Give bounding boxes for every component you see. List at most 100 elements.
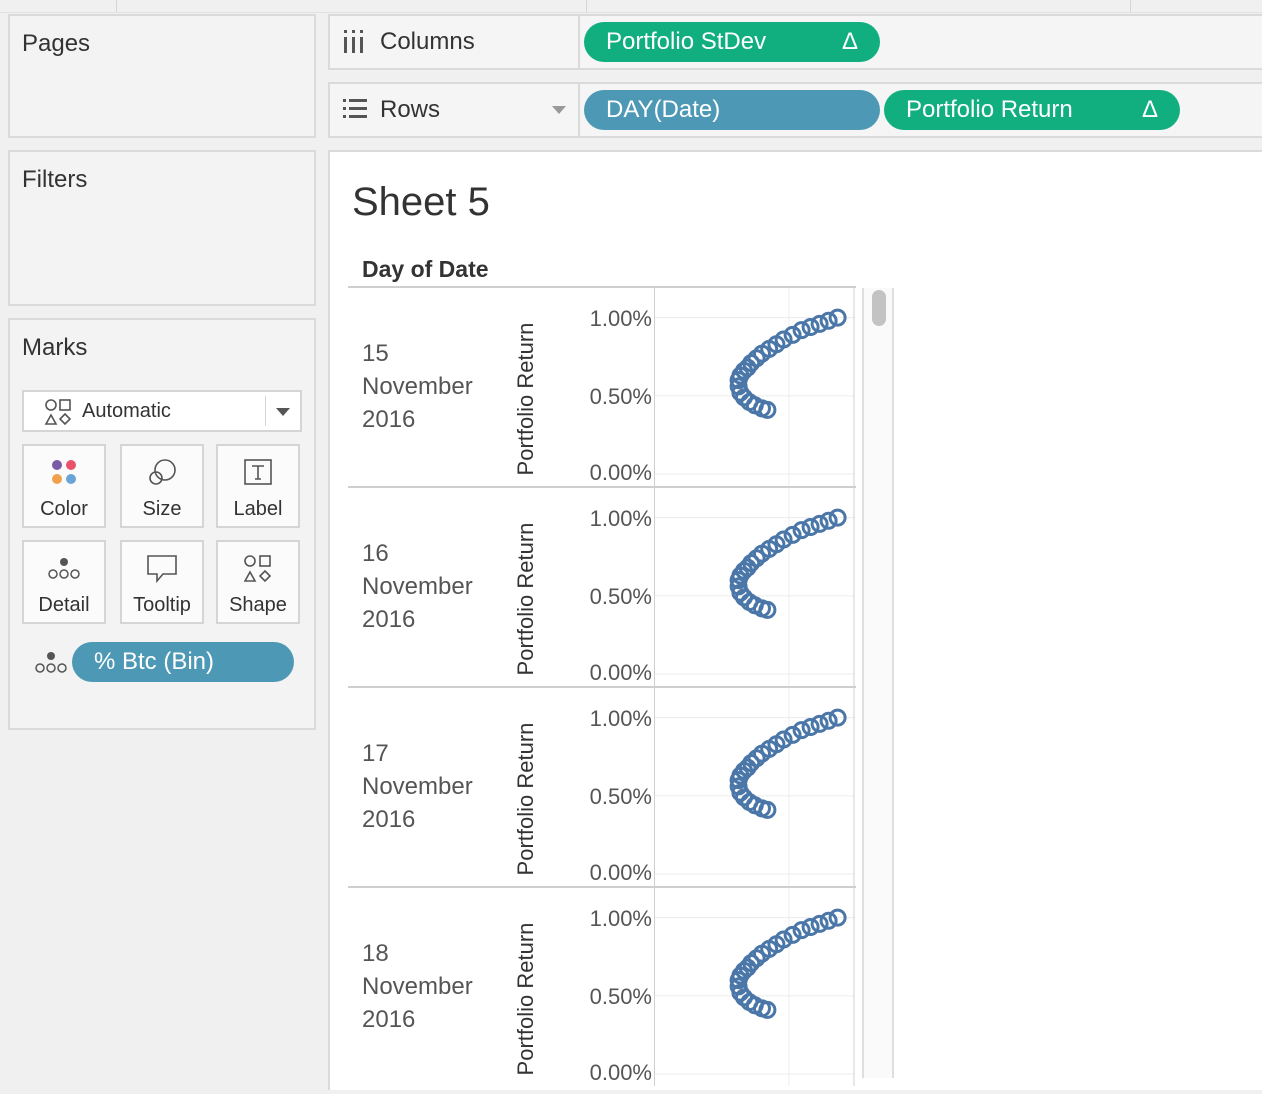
scatter-point[interactable] <box>819 311 838 330</box>
shape-icon <box>243 555 272 583</box>
color-label: Color <box>40 498 88 520</box>
rows-pill-day-date[interactable]: DAY(Date) <box>584 90 880 130</box>
scatter-plot[interactable] <box>655 688 855 886</box>
tooltip-button[interactable]: Tooltip <box>120 540 204 624</box>
rows-label-box: Rows <box>330 84 580 136</box>
tooltip-icon <box>147 555 177 584</box>
panel-row: 15 November 2016 Portfolio Return 1.00% 0.50%… <box>348 286 856 486</box>
y-axis-title[interactable]: Portfolio Return <box>513 904 539 1094</box>
shape-button[interactable]: Shape <box>216 540 300 624</box>
top-strip <box>0 0 1262 13</box>
color-button[interactable]: Color <box>22 444 106 528</box>
scatter-point[interactable] <box>819 911 838 930</box>
panel-row: 16 November 2016 Portfolio Return 1.00% 0.50%… <box>348 486 856 686</box>
y-tick-label: 0.50% <box>589 983 652 1009</box>
y-axis-title[interactable]: Portfolio Return <box>513 704 539 894</box>
scatter-point[interactable] <box>810 514 829 533</box>
scatter-point[interactable] <box>810 914 829 933</box>
mark-type-label: Automatic <box>82 400 171 422</box>
panel-row: 18 November 2016 Portfolio Return 1.00% 0.50%… <box>348 886 856 1086</box>
scatter-point[interactable] <box>810 314 829 333</box>
sheet-title: Sheet 5 <box>352 180 490 224</box>
vertical-scrollbar[interactable] <box>862 288 894 1078</box>
row-header-day-of-date[interactable]: Day of Date <box>362 256 489 283</box>
date-header-month[interactable]: November <box>362 373 473 401</box>
rows-pill-portfolio-return[interactable]: Portfolio Return Δ <box>884 90 1180 130</box>
filters-title: Filters <box>22 166 88 193</box>
scatter-point[interactable] <box>801 318 820 337</box>
delta-icon: Δ <box>1141 96 1158 123</box>
label-label: Label <box>233 498 283 520</box>
marks-card: Marks Automatic Color Size Label Detail … <box>8 318 316 730</box>
mark-type-dropdown[interactable]: Automatic <box>22 390 302 432</box>
columns-pill-portfolio-stdev[interactable]: Portfolio StDev Δ <box>584 22 880 62</box>
y-tick-label: 0.50% <box>589 383 652 409</box>
date-header-day[interactable]: 18 <box>362 940 389 968</box>
detail-icon <box>35 652 67 673</box>
chevron-down-icon[interactable] <box>276 408 290 416</box>
size-icon <box>149 459 176 485</box>
scatter-point[interactable] <box>801 718 820 737</box>
scatter-point[interactable] <box>819 511 838 530</box>
y-axis-title[interactable]: Portfolio Return <box>513 504 539 694</box>
view-area[interactable]: Sheet 5 Day of Date 15 November 2016 Portfo… <box>328 150 1262 1090</box>
date-header-month[interactable]: November <box>362 573 473 601</box>
date-header-year[interactable]: 2016 <box>362 806 415 834</box>
y-tick-label: 0.00% <box>589 1060 652 1085</box>
rows-icon <box>343 99 367 118</box>
y-tick-label: 0.00% <box>589 660 652 685</box>
pill-label: Portfolio StDev <box>606 28 767 55</box>
detail-label: Detail <box>38 594 90 616</box>
tooltip-label: Tooltip <box>133 594 191 616</box>
label-button[interactable]: Label <box>216 444 300 528</box>
pages-title: Pages <box>22 30 91 57</box>
detail-pill-label: % Btc (Bin) <box>94 648 215 675</box>
detail-pill-btc-bin[interactable]: % Btc (Bin) <box>72 642 294 682</box>
date-header-year[interactable]: 2016 <box>362 406 415 434</box>
label-icon <box>244 459 272 485</box>
date-header-year[interactable]: 2016 <box>362 606 415 634</box>
panel-row: 17 November 2016 Portfolio Return 1.00% 0.50%… <box>348 686 856 886</box>
y-tick-label: 0.50% <box>589 783 652 809</box>
mark-type-icon <box>44 399 72 426</box>
y-axis-title[interactable]: Portfolio Return <box>513 304 539 494</box>
columns-label-box: Columns <box>330 16 580 68</box>
scatter-plot[interactable] <box>655 288 855 486</box>
scatter-point[interactable] <box>801 918 820 937</box>
detail-icon <box>48 558 80 579</box>
scatter-point[interactable] <box>801 518 820 537</box>
pages-shelf[interactable]: Pages <box>8 14 316 138</box>
y-tick-label: 0.00% <box>589 860 652 885</box>
columns-shelf[interactable]: Columns Portfolio StDev Δ <box>328 14 1262 70</box>
scatter-plot[interactable] <box>655 488 855 686</box>
size-button[interactable]: Size <box>120 444 204 528</box>
date-header-month[interactable]: November <box>362 773 473 801</box>
scatter-point[interactable] <box>819 711 838 730</box>
scrollbar-thumb[interactable] <box>872 290 886 326</box>
y-tick-label: 1.00% <box>589 305 652 331</box>
pill-label: DAY(Date) <box>606 96 721 123</box>
y-tick-label: 0.50% <box>589 583 652 609</box>
filters-shelf[interactable]: Filters <box>8 150 316 306</box>
date-header-month[interactable]: November <box>362 973 473 1001</box>
y-tick-label: 1.00% <box>589 905 652 931</box>
shape-label: Shape <box>229 594 287 616</box>
scatter-point[interactable] <box>810 714 829 733</box>
detail-button[interactable]: Detail <box>22 540 106 624</box>
color-icon <box>52 460 76 484</box>
top-strip-divider <box>586 0 587 12</box>
scatter-plot[interactable] <box>655 888 855 1086</box>
y-tick-label: 0.00% <box>589 460 652 485</box>
top-strip-divider <box>116 0 117 12</box>
dropdown-separator <box>265 396 266 426</box>
date-header-day[interactable]: 15 <box>362 340 389 368</box>
pill-label: Portfolio Return <box>906 96 1073 123</box>
chevron-down-icon[interactable] <box>552 106 566 114</box>
date-header-day[interactable]: 17 <box>362 740 389 768</box>
top-strip-divider <box>1130 0 1131 12</box>
date-header-year[interactable]: 2016 <box>362 1006 415 1034</box>
date-header-day[interactable]: 16 <box>362 540 389 568</box>
rows-label: Rows <box>380 96 441 123</box>
marks-title: Marks <box>22 334 88 361</box>
rows-shelf[interactable]: Rows DAY(Date) Portfolio Return Δ <box>328 82 1262 138</box>
